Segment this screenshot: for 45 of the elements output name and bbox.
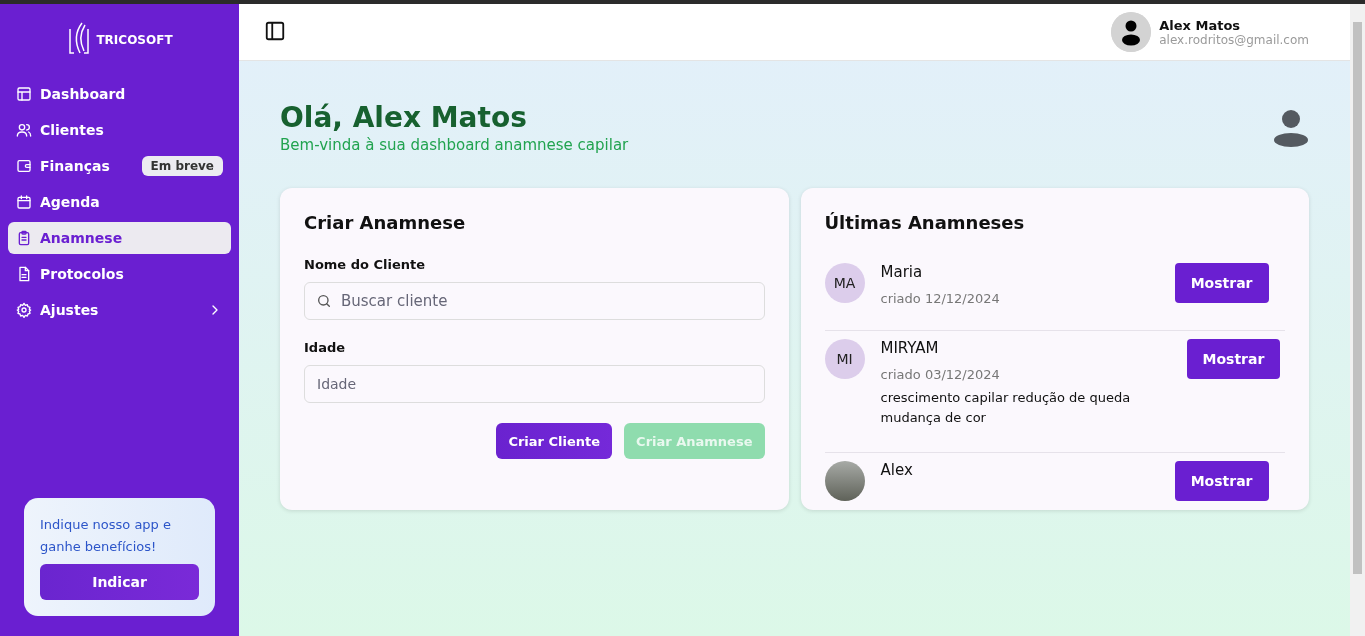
card-title: Últimas Anamneses: [824, 212, 1026, 233]
create-button[interactable]: Criar Cliente: [496, 423, 613, 459]
photo-placeholder: [824, 461, 865, 501]
sidebar-item[interactable]: Anamnese: [8, 222, 231, 254]
wallet-icon: [16, 158, 32, 174]
field-label: Nome do Cliente: [304, 257, 427, 272]
user-email: alex.rodritos@gmail.com: [1159, 32, 1309, 47]
indicate-button[interactable]: Indicar: [40, 564, 199, 600]
created-date: criado 03/12/2024: [880, 367, 1001, 382]
soon-badge: Em breve: [141, 156, 223, 176]
gear-icon: [16, 302, 32, 318]
input-field[interactable]: Idade: [304, 365, 765, 403]
clipboard-icon: [16, 230, 32, 246]
search-icon: [316, 293, 332, 309]
greeting-title: Olá, Alex Matos: [280, 101, 528, 134]
sidebar-item[interactable]: Finanças Em breve: [8, 150, 231, 182]
anamnesis-notes: crescimento capilar redução de queda mudança de cor: [880, 389, 1132, 427]
initials-avatar: MI: [824, 339, 865, 379]
initials-avatar: MA: [824, 263, 865, 303]
user-name: Alex Matos: [1159, 17, 1242, 33]
scrollbar[interactable]: [1350, 4, 1365, 636]
greeting-subtitle: Bem-vinda à sua dashboard anamnese capilar: [280, 136, 629, 154]
client-name: Alex: [880, 461, 914, 479]
sidebar-item[interactable]: Ajustes: [8, 294, 231, 326]
users-icon: [16, 122, 32, 138]
sidebar-item[interactable]: Clientes: [8, 114, 231, 146]
show-button[interactable]: Mostrar: [1174, 263, 1269, 303]
client-name: Maria: [880, 263, 924, 281]
sidebar-item[interactable]: Dashboard: [8, 78, 231, 110]
field-label: Idade: [304, 340, 347, 355]
created-date: criado 12/12/2024: [880, 291, 1001, 306]
calendar-icon: [16, 194, 32, 210]
sidebar-item[interactable]: Protocolos: [8, 258, 231, 290]
search-field[interactable]: Buscar cliente: [304, 282, 765, 320]
promo-text: Indique nosso app e ganhe benefícios!: [40, 516, 172, 556]
client-name: MIRYAM: [880, 339, 940, 357]
user-avatar-icon[interactable]: [1111, 12, 1152, 52]
card-title: Criar Anamnese: [304, 212, 467, 233]
user-icon: [1273, 109, 1309, 147]
show-button[interactable]: Mostrar: [1174, 461, 1269, 501]
layout-icon: [16, 86, 32, 102]
file-icon: [16, 266, 32, 282]
sidebar-item[interactable]: Agenda: [8, 186, 231, 218]
logo-text: TRICOSOFT: [96, 33, 173, 47]
show-button[interactable]: Mostrar: [1186, 339, 1281, 379]
